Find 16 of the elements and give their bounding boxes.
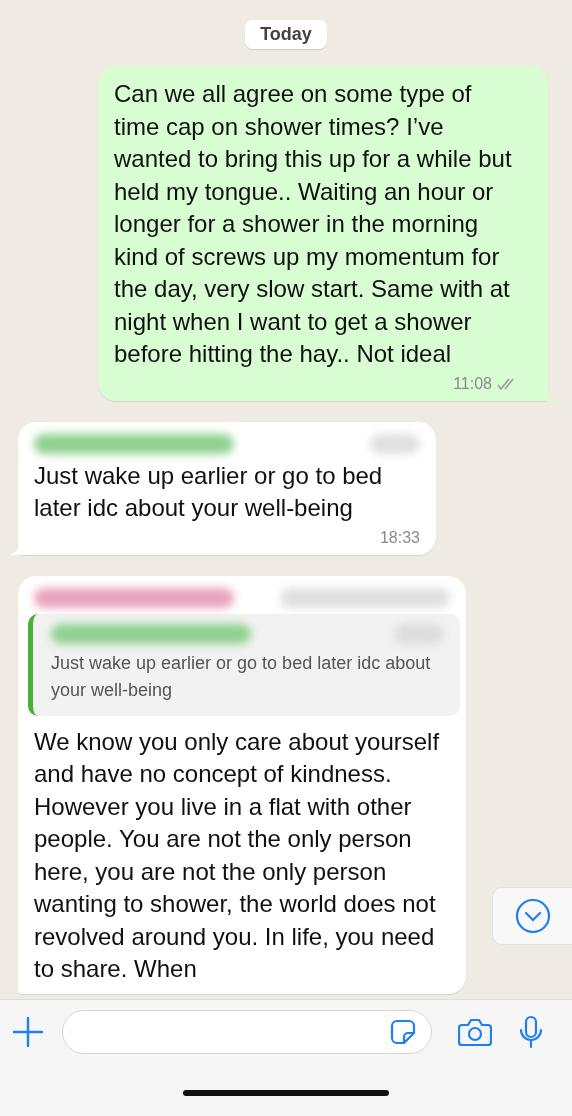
scroll-down-button[interactable]: [492, 887, 572, 945]
quoted-message[interactable]: Just wake up earlier or go to bed later idc about your well-being: [28, 613, 460, 716]
sticker-icon[interactable]: [389, 1018, 417, 1047]
message-field[interactable]: [62, 1010, 432, 1055]
quoted-text: Just wake up earlier or go to bed later idc about your well-being: [51, 651, 432, 702]
message-text: We know you only care about yourself and have no concept of kindness. However you live in a flat with other people. You are not the only person here, you are not the only person wanting to shower, the world does not revolved around you. In life, you need to share. When: [34, 726, 441, 984]
camera-button[interactable]: [458, 1017, 492, 1048]
chevron-down-icon: [514, 898, 551, 934]
message-time: 18:33: [379, 528, 420, 547]
microphone-button[interactable]: [518, 1015, 544, 1050]
message-time: 11:08: [453, 374, 492, 393]
message-text: Can we all agree on some type of time cap on shower times? I’ve wanted to bring this up for a while but held my tongue.. Waiting an hour or longer for a shower in the morning kind of screws up my momentum for the day, very slow start. Same with at night when I want to get a shower before hitting the hay.. Not ideal: [114, 79, 513, 369]
message-text: Just wake up earlier or go to bed later idc about your well-being: [34, 460, 384, 523]
date-label: Today: [245, 20, 327, 49]
redacted-label: [370, 433, 420, 454]
add-button[interactable]: [12, 1016, 44, 1049]
